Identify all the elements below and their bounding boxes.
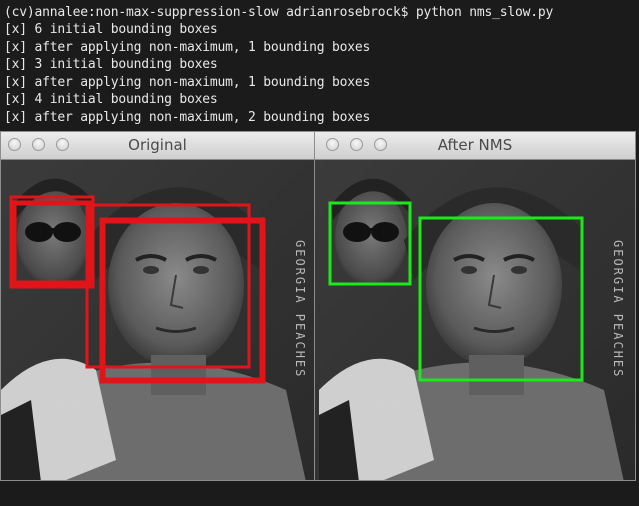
shirt-text: RIPE! [374, 400, 417, 413]
sign-text: GEORGIA PEACHES [293, 240, 307, 378]
after-nms-window[interactable]: After NMS GEORGIA PEACHES RIPE! [314, 131, 636, 481]
terminal-output-line: [x] 6 initial bounding boxes [4, 22, 218, 37]
terminal-output-line: [x] 3 initial bounding boxes [4, 57, 218, 72]
original-window[interactable]: Original GEORGIA PEACHES RIPE! [0, 131, 315, 481]
terminal-output-line: [x] 4 initial bounding boxes [4, 92, 218, 107]
after-nms-photo: GEORGIA PEACHES RIPE! [315, 160, 635, 480]
terminal-output-line: [x] after applying non-maximum, 2 boundi… [4, 109, 371, 125]
after-nms-window-title: After NMS [437, 136, 513, 154]
terminal-output-line: [x] after applying non-maximum, 1 boundi… [4, 39, 371, 55]
original-window-title: Original [128, 136, 187, 154]
sign-text: GEORGIA PEACHES [611, 240, 625, 378]
shirt-text: RIPE! [56, 400, 99, 413]
original-window-titlebar[interactable]: Original [1, 132, 314, 160]
terminal-command-line: (cv)annalee:non-max-suppression-slow adr… [4, 5, 554, 20]
terminal-output-line: [x] after applying non-maximum, 1 boundi… [4, 74, 371, 90]
original-image: GEORGIA PEACHES RIPE! [1, 160, 314, 480]
original-photo: GEORGIA PEACHES RIPE! [1, 160, 314, 480]
after-nms-image: GEORGIA PEACHES RIPE! [315, 160, 635, 480]
after-nms-window-titlebar[interactable]: After NMS [315, 132, 635, 160]
